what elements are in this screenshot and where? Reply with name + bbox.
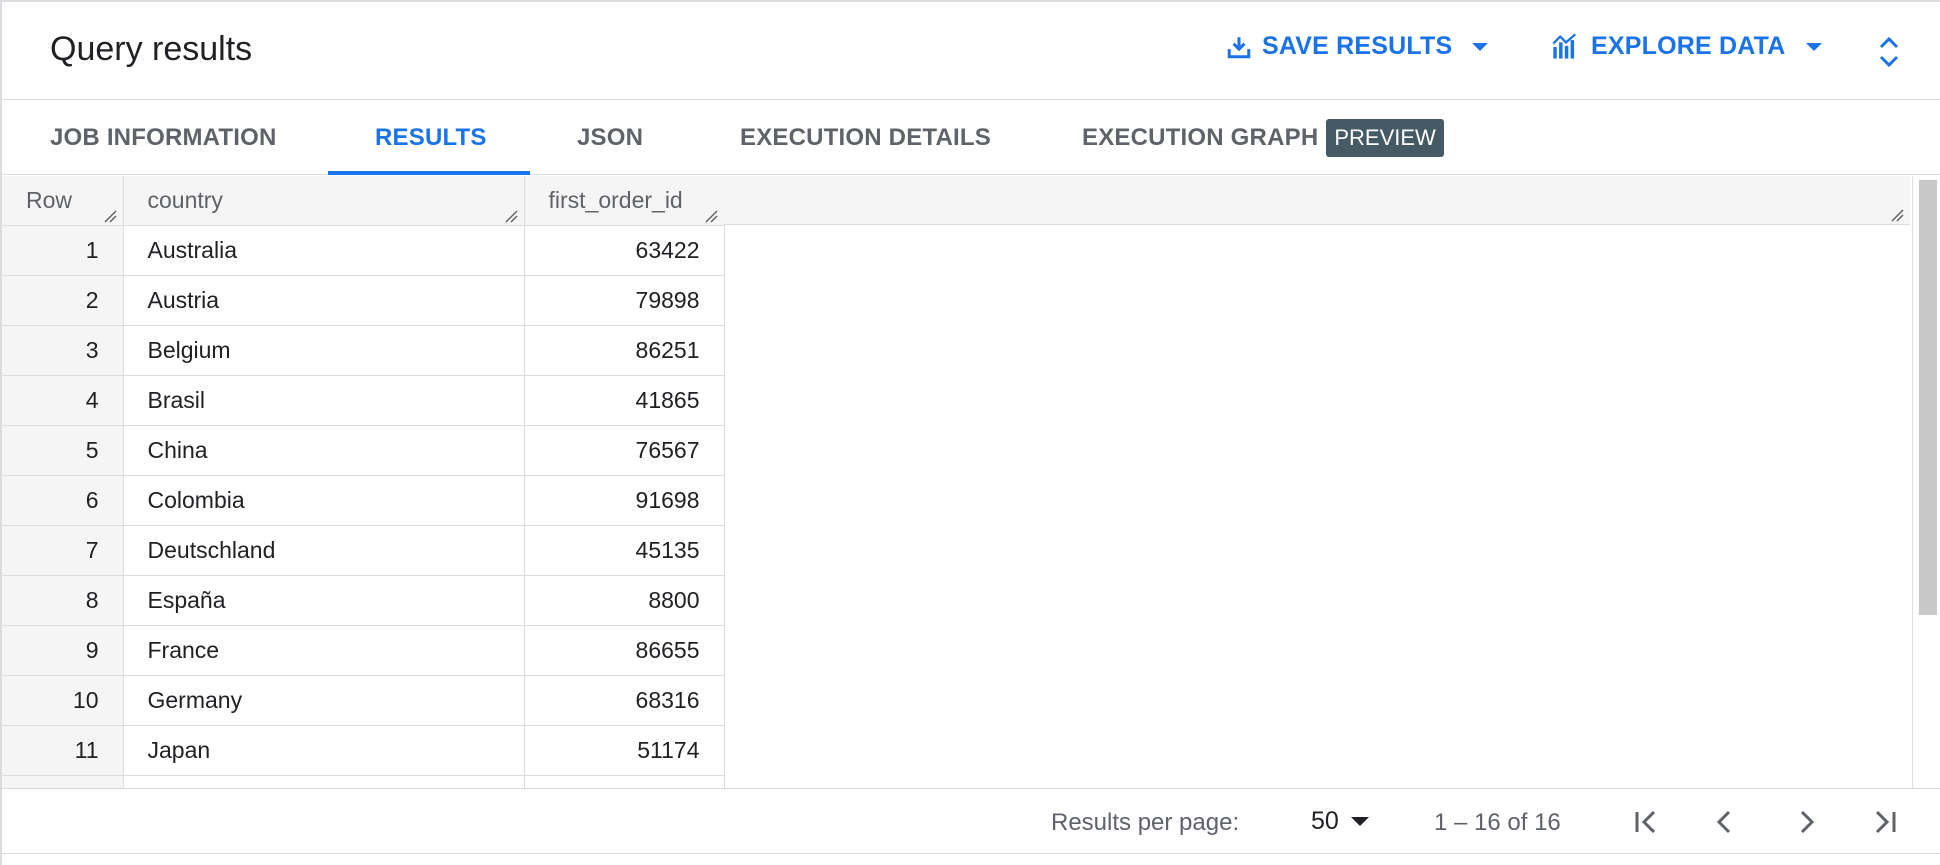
save-results-button[interactable]: SAVE RESULTS — [1226, 32, 1489, 61]
results-per-page-select[interactable]: 50 — [1311, 807, 1369, 836]
explore-data-label: EXPLORE DATA — [1591, 32, 1786, 60]
row-number: 4 — [2, 375, 124, 426]
cell-country: Belgium — [123, 325, 525, 376]
cell-first-order-id: 63422 — [524, 225, 725, 276]
cell-first-order-id: 79898 — [524, 275, 725, 326]
row-number: 10 — [2, 675, 124, 726]
active-tab-indicator — [328, 171, 530, 175]
chart-icon — [1552, 32, 1576, 59]
results-table: Row country first_order_id 1 Australia 634… — [2, 176, 725, 788]
table-row: 9 France 86655 — [2, 625, 725, 676]
vertical-scrollbar[interactable] — [1912, 176, 1940, 788]
expand-collapse-icon[interactable] — [1874, 32, 1904, 72]
results-header: Query results SAVE RESULTS EXPLORE DATA — [2, 2, 1940, 100]
cell-first-order-id: 8800 — [524, 575, 725, 626]
cell-first-order-id: 76567 — [524, 425, 725, 476]
resize-handle-icon[interactable] — [103, 209, 117, 223]
column-header-label: Row — [26, 186, 73, 213]
results-tabs: JOB INFORMATION RESULTS JSON EXECUTION D… — [2, 101, 1940, 175]
row-number — [2, 775, 124, 788]
last-page-icon[interactable] — [1868, 805, 1902, 839]
row-number: 2 — [2, 275, 124, 326]
pagination-footer: Results per page: 50 1 – 16 of 16 — [2, 788, 1940, 854]
tab-results[interactable]: RESULTS — [375, 101, 487, 175]
column-header-country: country — [123, 176, 525, 226]
row-number: 9 — [2, 625, 124, 676]
table-row: 5 China 76567 — [2, 425, 725, 476]
chevron-down-icon — [1350, 817, 1369, 826]
cell-country: China — [123, 425, 525, 476]
cell-country — [123, 775, 525, 788]
row-number: 8 — [2, 575, 124, 626]
page-range-text: 1 – 16 of 16 — [1434, 809, 1561, 836]
row-number: 7 — [2, 525, 124, 576]
table-row: 2 Austria 79898 — [2, 275, 725, 326]
table-row: 6 Colombia 91698 — [2, 475, 725, 526]
tab-execution-details[interactable]: EXECUTION DETAILS — [740, 101, 991, 175]
cell-first-order-id: 68316 — [524, 675, 725, 726]
table-header-row: Row country first_order_id — [2, 176, 725, 226]
page-title: Query results — [50, 30, 253, 68]
row-number: 1 — [2, 225, 124, 276]
cell-first-order-id: 51174 — [524, 725, 725, 776]
cell-country: Colombia — [123, 475, 525, 526]
cell-first-order-id: 86251 — [524, 325, 725, 376]
tab-execution-graph[interactable]: EXECUTION GRAPH PREVIEW — [1082, 101, 1444, 175]
row-number: 3 — [2, 325, 124, 376]
save-results-label: SAVE RESULTS — [1262, 32, 1453, 60]
row-number: 11 — [2, 725, 124, 776]
table-row: 10 Germany 68316 — [2, 675, 725, 726]
cell-country: Deutschland — [123, 525, 525, 576]
table-row: 1 Australia 63422 — [2, 225, 725, 276]
download-icon — [1227, 36, 1251, 58]
tab-json[interactable]: JSON — [577, 101, 643, 175]
results-table-area: Row country first_order_id 1 Australia 634… — [2, 176, 1910, 788]
cell-country: Japan — [123, 725, 525, 776]
cell-first-order-id: 45135 — [524, 525, 725, 576]
scrollbar-thumb[interactable] — [1919, 180, 1937, 615]
header-filler — [724, 176, 1910, 225]
cell-first-order-id — [524, 775, 725, 788]
cell-country: España — [123, 575, 525, 626]
table-row: 7 Deutschland 45135 — [2, 525, 725, 576]
resize-handle-icon[interactable] — [1890, 208, 1904, 222]
column-header-row: Row — [2, 176, 124, 226]
preview-badge: PREVIEW — [1326, 119, 1444, 157]
resize-handle-icon[interactable] — [704, 209, 718, 223]
previous-page-icon[interactable] — [1708, 805, 1742, 839]
cell-first-order-id: 91698 — [524, 475, 725, 526]
cell-country: Austria — [123, 275, 525, 326]
cell-country: Brasil — [123, 375, 525, 426]
resize-handle-icon[interactable] — [504, 209, 518, 223]
cell-first-order-id: 41865 — [524, 375, 725, 426]
row-number: 5 — [2, 425, 124, 476]
next-page-icon[interactable] — [1789, 805, 1823, 839]
explore-data-button[interactable]: EXPLORE DATA — [1551, 32, 1822, 61]
cell-first-order-id: 86655 — [524, 625, 725, 676]
table-row: 8 España 8800 — [2, 575, 725, 626]
tab-job-information[interactable]: JOB INFORMATION — [50, 101, 277, 175]
chevron-down-icon — [1805, 42, 1822, 51]
column-header-label: first_order_id — [548, 186, 683, 213]
results-per-page-label: Results per page: — [1051, 809, 1240, 836]
first-page-icon[interactable] — [1629, 805, 1663, 839]
table-row-partial — [2, 775, 725, 788]
row-number: 6 — [2, 475, 124, 526]
results-per-page-value: 50 — [1311, 807, 1339, 835]
column-header-first-order-id: first_order_id — [524, 176, 725, 226]
column-header-label: country — [147, 186, 223, 213]
cell-country: Australia — [123, 225, 525, 276]
table-row: 11 Japan 51174 — [2, 725, 725, 776]
table-row: 3 Belgium 86251 — [2, 325, 725, 376]
chevron-down-icon — [1472, 42, 1489, 51]
table-row: 4 Brasil 41865 — [2, 375, 725, 426]
tab-execution-graph-label: EXECUTION GRAPH — [1082, 124, 1319, 151]
cell-country: Germany — [123, 675, 525, 726]
query-results-panel: Query results SAVE RESULTS EXPLORE DATA — [0, 0, 1940, 865]
cell-country: France — [123, 625, 525, 676]
